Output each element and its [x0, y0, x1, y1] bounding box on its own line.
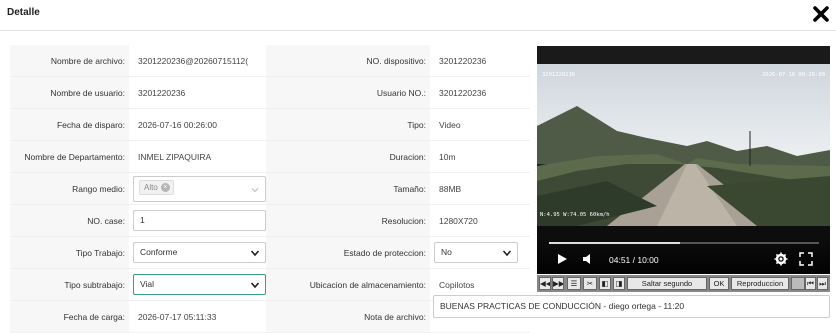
duration-label: Duracion:	[266, 140, 430, 173]
scrollbar-thumb[interactable]	[791, 277, 805, 290]
dialog-header: Detalle	[0, 0, 836, 31]
size-value: 88MB	[430, 172, 530, 205]
file-note-input[interactable]: BUENAS PRACTICAS DE CONDUCCIÓN - diego o…	[433, 295, 830, 318]
case-no-label: NO. case:	[10, 204, 129, 237]
subtype-label: Tipo subtrabajo:	[10, 268, 129, 301]
fast-forward-icon[interactable]: ▶▶	[552, 277, 564, 290]
device-no-value: 3201220236	[430, 45, 530, 77]
frame-back-icon[interactable]: ◧	[599, 277, 611, 290]
chevron-down-icon	[250, 185, 260, 195]
trigger-date-value: 2026-07-16 00:26:00	[129, 108, 266, 141]
upload-date-label: Fecha de carga:	[10, 300, 129, 333]
close-icon[interactable]	[812, 5, 830, 23]
player-toolbar: ◀◀ ▶▶ ☰ ✂ ◧ ◨ Saltar segundo OK Reproduc…	[537, 275, 830, 292]
frame-forward-icon[interactable]: ◨	[613, 277, 625, 290]
duration-value: 10m	[430, 140, 530, 173]
file-name-label: Nombre de archivo:	[10, 45, 129, 77]
protection-label: Estado de proteccion:	[266, 236, 430, 269]
protection-select[interactable]: No	[434, 242, 518, 263]
range-tag-label: Alto	[144, 182, 158, 192]
dialog-title: Detalle	[7, 7, 40, 18]
resolution-value: 1280X720	[430, 204, 530, 237]
playback-button[interactable]: Reproduccion	[731, 277, 789, 290]
chevron-down-icon	[250, 280, 260, 290]
detail-row: Rango medio: Alto × Tamaño: 88MB	[10, 172, 530, 205]
skip-end-icon[interactable]: ⏭	[817, 277, 828, 290]
remove-tag-icon[interactable]: ×	[160, 182, 170, 192]
detail-row: Fecha de disparo: 2026-07-16 00:26:00 Ti…	[10, 108, 530, 141]
subtype-value: Vial	[140, 279, 155, 289]
details-table: Nombre de archivo: 3201220236@2026071511…	[10, 45, 530, 333]
detail-row: NO. case: 1 Resolucion: 1280X720	[10, 204, 530, 237]
range-label: Rango medio:	[10, 172, 129, 205]
video-time: 04:51 / 10:00	[609, 255, 659, 265]
scissors-icon[interactable]: ✂	[583, 277, 597, 290]
case-no-input[interactable]: 1	[133, 210, 266, 231]
detail-row: Nombre de usuario: 3201220236 Usuario NO…	[10, 76, 530, 109]
resolution-label: Resolucion:	[266, 204, 430, 237]
video-player[interactable]: 3201220236 2026-07-16 00:26:00 N:4.95 W:…	[537, 46, 830, 274]
upload-date-value: 2026-07-17 05:11:33	[129, 300, 266, 333]
skip-seconds-input[interactable]: Saltar segundo	[627, 277, 707, 290]
file-name-value: 3201220236@20260715112(	[129, 45, 266, 77]
ok-button[interactable]: OK	[709, 277, 729, 290]
range-tag: Alto ×	[139, 179, 174, 195]
department-value: INMEL ZIPAQUIRA	[129, 140, 266, 173]
work-type-label: Tipo Trabajo:	[10, 236, 129, 269]
department-label: Nombre de Departamento:	[10, 140, 129, 173]
detail-row: Nombre de archivo: 3201220236@2026071511…	[10, 45, 530, 77]
device-no-label: NO. dispositivo:	[266, 45, 430, 77]
user-no-value: 3201220236	[430, 76, 530, 109]
note-label: Nota de archivo:	[266, 300, 430, 333]
work-type-select[interactable]: Conforme	[133, 242, 266, 263]
detail-row: Tipo Trabajo: Conforme Estado de protecc…	[10, 236, 530, 269]
osd-timestamp: 2026-07-16 00:26:00	[762, 72, 825, 78]
storage-label: Ubicacion de almacenamiento:	[266, 268, 430, 301]
user-name-label: Nombre de usuario:	[10, 76, 129, 109]
protection-value: No	[441, 247, 452, 257]
user-no-label: Usuario NO.:	[266, 76, 430, 109]
chevron-down-icon	[502, 248, 512, 258]
chevron-down-icon	[250, 248, 260, 258]
volume-icon[interactable]	[581, 252, 595, 266]
trigger-date-label: Fecha de disparo:	[10, 108, 129, 141]
user-name-value: 3201220236	[129, 76, 266, 109]
size-label: Tamaño:	[266, 172, 430, 205]
list-icon[interactable]: ☰	[567, 277, 581, 290]
type-value: Video	[430, 108, 530, 141]
rewind-icon[interactable]: ◀◀	[539, 277, 551, 290]
work-type-value: Conforme	[140, 247, 178, 257]
detail-row: Nombre de Departamento: INMEL ZIPAQUIRA …	[10, 140, 530, 173]
progress-bar[interactable]	[549, 242, 819, 244]
fullscreen-icon[interactable]	[799, 252, 813, 266]
play-icon[interactable]	[555, 252, 569, 266]
progress-fill	[549, 242, 680, 244]
skip-start-icon[interactable]: ⏮	[805, 277, 816, 290]
range-multiselect[interactable]: Alto ×	[133, 175, 266, 202]
osd-device: 3201220236	[542, 72, 576, 78]
gear-icon[interactable]	[774, 252, 788, 266]
video-controls: 04:51 / 10:00	[537, 237, 830, 274]
subtype-select[interactable]: Vial	[133, 274, 266, 295]
type-label: Tipo:	[266, 108, 430, 141]
osd-gps: N:4.95 W:74.05 60km/h	[540, 212, 610, 218]
